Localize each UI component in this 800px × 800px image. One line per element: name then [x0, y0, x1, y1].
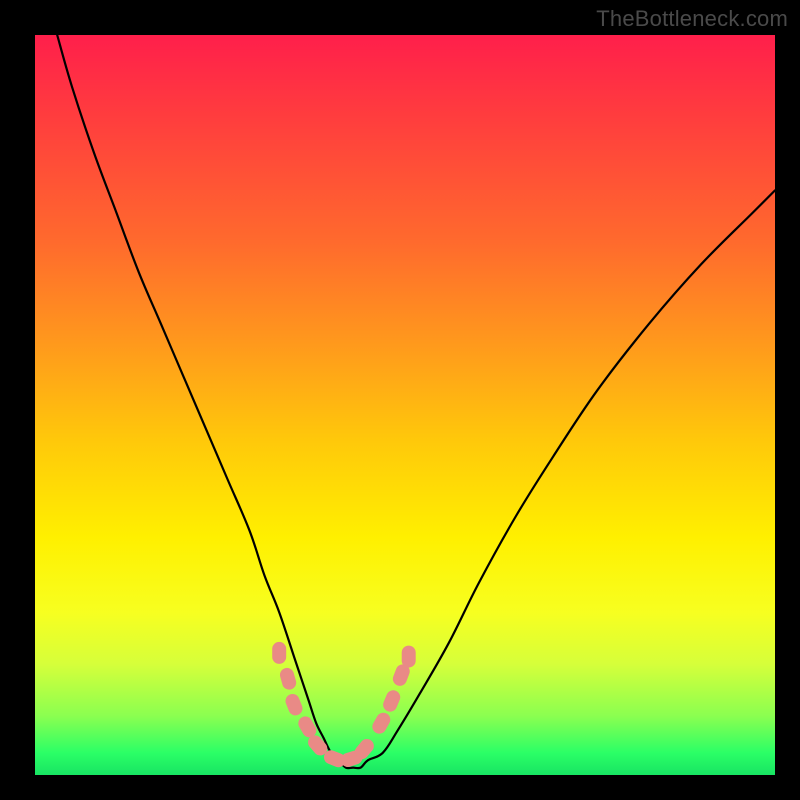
bottom-marker [278, 666, 297, 691]
bottom-markers-group [272, 642, 416, 769]
watermark-text: TheBottleneck.com [596, 6, 788, 32]
curve-layer [57, 35, 775, 768]
bottom-marker [381, 688, 402, 714]
plot-area [35, 35, 775, 775]
bottom-marker [272, 642, 286, 664]
bottom-marker [402, 646, 416, 668]
chart-svg [35, 35, 775, 775]
bottleneck-curve-path [57, 35, 775, 768]
bottom-marker [370, 710, 393, 736]
bottom-marker [283, 692, 304, 718]
chart-frame: TheBottleneck.com [0, 0, 800, 800]
